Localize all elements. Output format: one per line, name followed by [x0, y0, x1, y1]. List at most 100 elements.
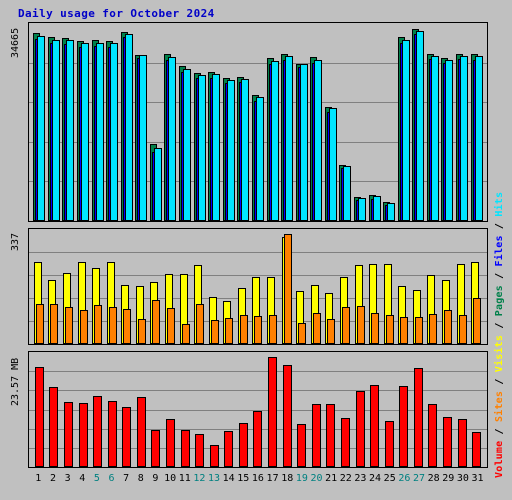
day-column [396, 352, 411, 467]
bar-hits [328, 108, 337, 221]
day-column [192, 352, 207, 467]
bar-group-volume [151, 352, 161, 467]
bar-sites [166, 308, 175, 344]
bar-group-visits [296, 229, 307, 344]
bar-sites [35, 304, 44, 344]
bar-sites [443, 310, 452, 344]
bar-group-volume [34, 352, 44, 467]
day-column [178, 23, 193, 221]
day-column [149, 23, 164, 221]
bar-group-volume [282, 352, 292, 467]
day-column [163, 23, 178, 221]
bar-group-volume [399, 352, 409, 467]
day-column [236, 352, 251, 467]
bar-volume [413, 368, 423, 467]
day-column [105, 229, 120, 344]
bar-sites [400, 317, 409, 344]
bar-group-volume [49, 352, 59, 467]
legend-separator: / [494, 372, 505, 391]
bar-group-visits [369, 229, 380, 344]
bar-group-volume [297, 352, 307, 467]
bar-group-visits [237, 229, 249, 344]
bar-volume [107, 401, 117, 467]
bar-hits [460, 56, 469, 221]
bar-hits [270, 61, 279, 221]
day-column [163, 229, 178, 344]
bar-sites [239, 315, 248, 344]
day-column [440, 352, 455, 467]
bar-sites [210, 320, 219, 344]
day-column [353, 229, 368, 344]
bar-group-visits [48, 229, 59, 344]
bar-group-volume [93, 352, 103, 467]
day-column [440, 23, 455, 221]
bar-group-visits [281, 229, 293, 344]
bar-sites [196, 304, 205, 344]
bar-sites [385, 315, 394, 344]
day-column [382, 23, 397, 221]
day-column [178, 229, 193, 344]
day-column [119, 229, 134, 344]
bar-group-visits [325, 229, 336, 344]
x-tick-day-13: 13 [207, 473, 221, 484]
x-tick-day-31: 31 [471, 473, 484, 484]
bar-volume [297, 424, 307, 467]
legend-item-files: Files [494, 235, 505, 267]
bar-volume [442, 417, 452, 467]
day-column [280, 23, 295, 221]
bar-group-volume [122, 352, 132, 467]
day-column [324, 23, 339, 221]
bar-sites [181, 324, 190, 344]
day-column [236, 23, 251, 221]
day-column [149, 229, 164, 344]
bar-hits [153, 148, 162, 221]
day-column [396, 23, 411, 221]
bar-group-visits [106, 229, 118, 344]
x-tick-day-1: 1 [35, 473, 42, 484]
legend-separator: / [494, 266, 505, 286]
bar-hits [139, 55, 148, 221]
bar-sites [356, 306, 365, 344]
bar-group-hits [222, 23, 235, 221]
bar-group-hits [135, 23, 148, 221]
bar-group-visits [398, 229, 409, 344]
bar-sites [473, 298, 482, 344]
bar-group-visits [354, 229, 366, 344]
day-column [338, 23, 353, 221]
bar-sites [458, 315, 467, 344]
x-tick-day-3: 3 [64, 473, 71, 484]
bar-volume [93, 396, 103, 467]
bar-sites [429, 314, 438, 344]
x-tick-day-9: 9 [152, 473, 159, 484]
bar-hits [255, 97, 264, 221]
bar-sites [269, 315, 278, 344]
bar-group-visits [427, 229, 438, 344]
bar-group-hits [383, 23, 396, 221]
bar-volume [238, 423, 248, 467]
bar-group-volume [63, 352, 73, 467]
bar-sites [64, 307, 73, 344]
bar-group-volume [268, 352, 278, 467]
day-column [207, 229, 222, 344]
bar-volume [78, 403, 88, 467]
bar-sites [225, 318, 234, 344]
bar-sites [108, 307, 117, 344]
day-column [105, 352, 120, 467]
day-column [426, 229, 441, 344]
bar-group-volume [78, 352, 88, 467]
bar-group-visits [62, 229, 74, 344]
bar-group-hits [120, 23, 133, 221]
bar-group-visits [412, 229, 424, 344]
bar-hits [241, 79, 250, 221]
bar-group-visits [310, 229, 322, 344]
x-tick-day-28: 28 [427, 473, 440, 484]
bar-sites [79, 310, 88, 344]
bar-volume [209, 445, 219, 467]
bar-group-volume [224, 352, 234, 467]
bar-sites [371, 313, 380, 344]
x-tick-day-27: 27 [412, 473, 425, 484]
bar-group-hits [426, 23, 439, 221]
day-column [280, 352, 295, 467]
bar-hits [401, 40, 410, 221]
bar-hits [299, 64, 308, 221]
